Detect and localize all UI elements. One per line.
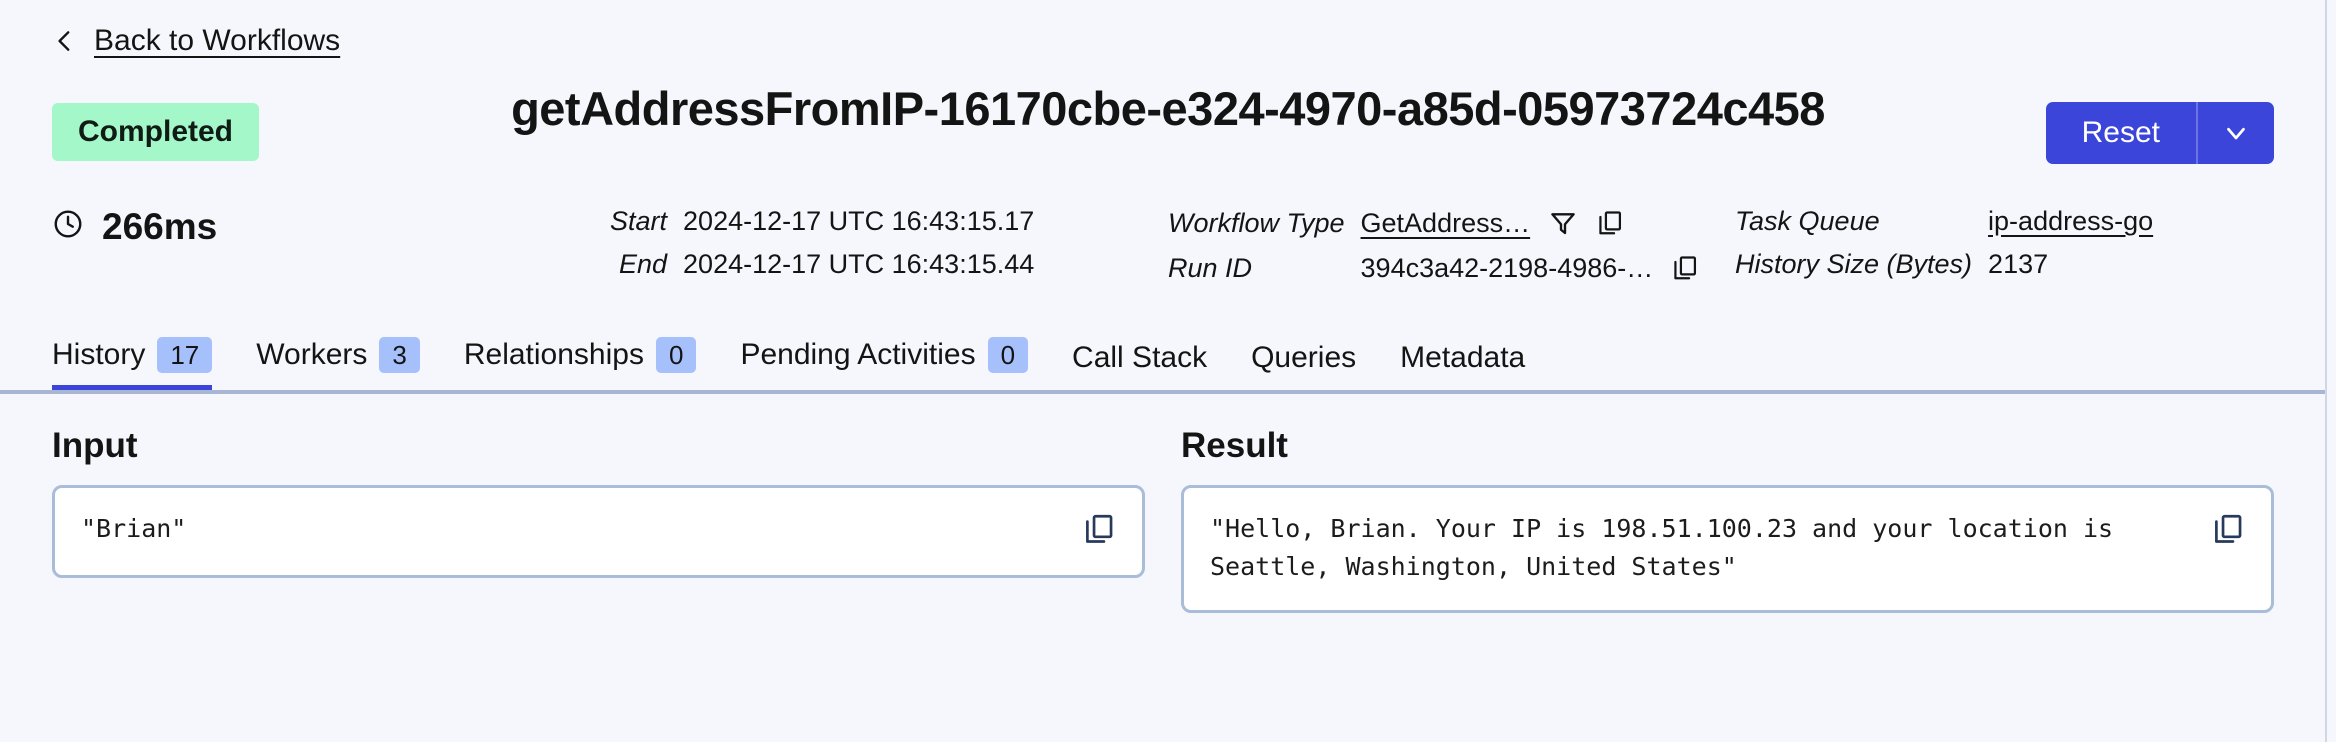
- back-bar: Back to Workflows: [0, 0, 2336, 60]
- input-value: "Brian": [81, 514, 187, 543]
- io-panels: Input "Brian" Result "Hello, Brian. Your…: [0, 394, 2336, 613]
- workflow-header: Completed getAddressFromIP-16170cbe-e324…: [0, 60, 2336, 190]
- tab-label: Metadata: [1400, 341, 1526, 374]
- tab-badge: 3: [379, 337, 420, 373]
- run-id-label: Run ID: [1168, 252, 1253, 283]
- input-panel: Input "Brian": [52, 428, 1145, 613]
- start-value: 2024-12-17 UTC 16:43:15.17: [683, 206, 1035, 236]
- reset-dropdown-button[interactable]: [2196, 102, 2274, 164]
- reset-button-group: Reset: [2045, 102, 2274, 164]
- workflow-type-label: Workflow Type: [1168, 207, 1345, 238]
- page-title: getAddressFromIP-16170cbe-e324-4970-a85d…: [511, 82, 1825, 135]
- run-id-copy-button[interactable]: [1671, 254, 1699, 282]
- tab-label: History: [52, 338, 146, 371]
- back-to-workflows-link[interactable]: Back to Workflows: [94, 26, 340, 56]
- tab-relationships[interactable]: Relationships 0: [464, 337, 697, 390]
- tab-label: Queries: [1251, 341, 1357, 374]
- input-copy-button[interactable]: [1082, 512, 1116, 546]
- chevron-left-icon[interactable]: [52, 28, 78, 54]
- adjacent-panel-edge: [2325, 0, 2336, 742]
- tab-workers[interactable]: Workers 3: [256, 337, 420, 390]
- tab-label: Pending Activities: [740, 338, 976, 371]
- status-badge: Completed: [52, 103, 260, 161]
- result-copy-slot: [2211, 510, 2245, 551]
- tab-label: Relationships: [463, 338, 644, 371]
- tab-metadata[interactable]: Metadata: [1400, 343, 1525, 390]
- tab-badge: 17: [157, 337, 213, 373]
- workflow-type-value-group: GetAddress…: [1361, 208, 1700, 238]
- run-id-value-group: 394c3a42-2198-4986-…: [1361, 254, 1700, 282]
- copy-icon: [1671, 254, 1699, 282]
- input-value-box: "Brian": [52, 485, 1145, 578]
- tab-badge: 0: [655, 337, 697, 373]
- chevron-down-icon: [2221, 118, 2251, 148]
- result-value: "Hello, Brian. Your IP is 198.51.100.23 …: [1210, 514, 2114, 581]
- task-queue-link[interactable]: ip-address-go: [1988, 208, 2153, 235]
- tab-call-stack[interactable]: Call Stack: [1072, 343, 1207, 390]
- history-size-label: History Size (Bytes): [1735, 249, 1973, 279]
- workflow-metadata: 266ms Start 2024-12-17 UTC 16:43:15.17 E…: [0, 194, 2336, 310]
- input-copy-slot: [1082, 510, 1116, 551]
- workflow-type-copy-button[interactable]: [1596, 209, 1624, 237]
- result-value-box: "Hello, Brian. Your IP is 198.51.100.23 …: [1181, 485, 2274, 613]
- input-panel-title: Input: [52, 426, 138, 465]
- meta-column-identifiers: Workflow Type GetAddress… Run ID 394c3a4…: [1168, 208, 1699, 282]
- copy-icon: [1596, 209, 1624, 237]
- reset-button[interactable]: Reset: [2045, 102, 2196, 164]
- workflow-type-link[interactable]: GetAddress…: [1361, 209, 1531, 237]
- start-label: Start: [610, 206, 668, 236]
- duration-value: 266ms: [102, 206, 218, 247]
- meta-column-queue: Task Queue ip-address-go History Size (B…: [1735, 208, 2153, 278]
- tab-history[interactable]: History 17: [52, 337, 213, 390]
- end-label: End: [618, 249, 668, 279]
- result-panel-title: Result: [1181, 426, 1288, 465]
- tab-bar: History 17 Workers 3 Relationships 0 Pending A…: [0, 316, 2336, 394]
- run-id-value: 394c3a42-2198-4986-…: [1360, 252, 1654, 283]
- tab-queries[interactable]: Queries: [1251, 343, 1356, 390]
- history-size-value: 2137: [1988, 249, 2049, 279]
- filter-icon: [1548, 208, 1578, 238]
- tab-badge: 0: [987, 337, 1029, 373]
- task-queue-label: Task Queue: [1735, 206, 1880, 236]
- end-value: 2024-12-17 UTC 16:43:15.44: [683, 249, 1035, 279]
- copy-icon: [2211, 512, 2245, 546]
- result-panel: Result "Hello, Brian. Your IP is 198.51.…: [1181, 428, 2274, 613]
- tab-label: Call Stack: [1072, 341, 1208, 374]
- tab-label: Workers: [256, 338, 368, 371]
- result-copy-button[interactable]: [2211, 512, 2245, 546]
- duration-group: 266ms: [52, 208, 217, 245]
- workflow-type-filter-button[interactable]: [1548, 208, 1578, 238]
- meta-column-times: Start 2024-12-17 UTC 16:43:15.17 End 202…: [610, 208, 1034, 278]
- tab-pending-activities[interactable]: Pending Activities 0: [740, 337, 1029, 390]
- clock-icon: [52, 208, 84, 245]
- task-queue-value-group: ip-address-go: [1988, 208, 2153, 235]
- copy-icon: [1082, 512, 1116, 546]
